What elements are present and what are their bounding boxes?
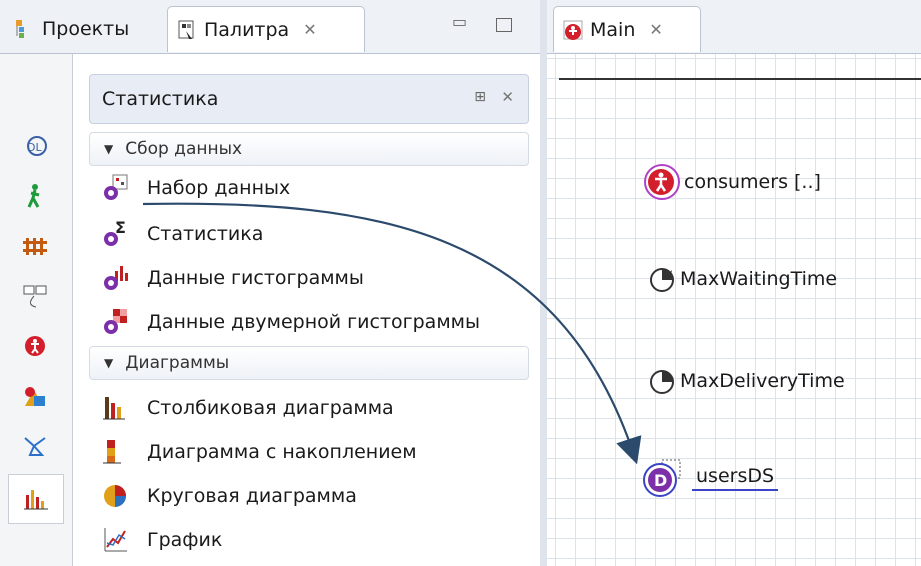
statistics-category-icon <box>24 490 48 510</box>
rail-icon <box>23 238 47 255</box>
dataset-icon <box>101 173 135 203</box>
palette-item-label: Набор данных <box>147 177 291 199</box>
canvas-item-label: consumers [..] <box>684 171 821 193</box>
palette-category-system-dynamics[interactable]: DL <box>8 126 62 166</box>
parameter-icon <box>650 268 674 292</box>
canvas-item-label: usersDS <box>692 465 779 491</box>
palette-category-process[interactable] <box>8 276 62 316</box>
pie-chart-icon <box>101 481 135 511</box>
dataset-icon: D <box>643 459 681 497</box>
plot-icon <box>101 525 135 555</box>
tab-main[interactable]: Main ✕ <box>553 6 701 52</box>
palette-item-bar-chart[interactable]: Столбиковая диаграмма <box>101 388 394 428</box>
histogram-2d-data-icon <box>101 307 135 337</box>
palette-item-label: Круговая диаграмма <box>147 485 357 507</box>
svg-text:DL: DL <box>27 141 42 154</box>
palette-panel: Статистика ⊞ ✕ ▼ Сбор данных Набор данны… <box>73 54 540 566</box>
histogram-data-icon <box>101 263 135 293</box>
canvas-item-users-ds[interactable]: D usersDS <box>640 456 779 500</box>
palette-item-stack-chart[interactable]: Диаграмма с накоплением <box>101 432 417 472</box>
palette-item-statistics[interactable]: Σ Статистика <box>101 214 263 254</box>
canvas-item-max-waiting-time[interactable]: MaxWaitingTime <box>646 262 837 296</box>
tab-palette[interactable]: Палитра ✕ <box>167 6 365 52</box>
panel-splitter[interactable] <box>540 0 547 566</box>
group-label: Диаграммы <box>125 353 230 373</box>
palette-category-space[interactable] <box>8 426 62 466</box>
canvas-item-consumers[interactable]: consumers [..] <box>640 162 821 202</box>
palette-category-agent[interactable] <box>8 326 62 366</box>
stack-chart-icon <box>101 437 135 467</box>
palette-icon <box>176 19 198 41</box>
frame-border-line <box>559 78 921 80</box>
palette-category-rail[interactable] <box>8 226 62 266</box>
palette-item-label: Статистика <box>147 223 264 245</box>
maximize-icon[interactable] <box>496 18 512 32</box>
canvas-item-label: MaxDeliveryTime <box>680 370 845 392</box>
canvas-item-max-delivery-time[interactable]: MaxDeliveryTime <box>646 364 845 398</box>
palette-header-label: Статистика <box>102 88 219 110</box>
agent-icon <box>25 336 45 356</box>
space-markup-icon <box>24 437 46 456</box>
palette-section-header[interactable]: Статистика ⊞ ✕ <box>89 74 529 124</box>
pedestrian-icon <box>27 184 40 208</box>
group-charts[interactable]: ▼ Диаграммы <box>89 346 529 380</box>
parameter-icon <box>650 370 674 394</box>
palette-item-label: График <box>147 529 223 551</box>
palette-category-bar: DL <box>0 54 73 566</box>
svg-text:Σ: Σ <box>115 219 126 237</box>
close-icon[interactable]: ✕ <box>501 88 514 106</box>
palette-item-label: Данные гистограммы <box>147 267 364 289</box>
palette-category-statistics[interactable] <box>8 474 64 524</box>
system-dynamics-icon: DL <box>27 136 47 156</box>
tab-projects[interactable]: Проекты <box>6 6 166 52</box>
expand-triangle-icon: ▼ <box>104 142 114 156</box>
palette-item-plot[interactable]: График <box>101 520 222 560</box>
agent-type-icon <box>562 19 584 41</box>
palette-item-dataset[interactable]: Набор данных <box>101 168 290 208</box>
bar-chart-icon <box>101 393 135 423</box>
palette-category-presentation[interactable] <box>8 376 62 416</box>
minimize-icon[interactable]: ▭ <box>452 12 467 31</box>
tab-projects-label: Проекты <box>42 18 130 40</box>
left-panel-tabbar: Проекты Палитра ✕ ▭ <box>0 0 540 54</box>
group-data-collection[interactable]: ▼ Сбор данных <box>89 132 529 166</box>
group-label: Сбор данных <box>125 139 243 159</box>
palette-category-empty[interactable] <box>8 78 62 118</box>
agent-population-icon <box>644 164 680 200</box>
palette-item-histogram-data[interactable]: Данные гистограммы <box>101 258 364 298</box>
close-icon[interactable]: ✕ <box>649 20 662 39</box>
projects-icon <box>14 18 36 40</box>
palette-item-label: Диаграмма с накоплением <box>147 441 417 463</box>
tab-main-label: Main <box>590 18 636 41</box>
palette-category-pedestrian[interactable] <box>8 176 62 216</box>
palette-item-histogram-2d-data[interactable]: Данные двумерной гистограммы <box>101 302 480 342</box>
canvas-item-label: MaxWaitingTime <box>680 268 838 290</box>
palette-item-label: Столбиковая диаграмма <box>147 397 394 419</box>
tab-palette-label: Палитра <box>204 18 290 41</box>
palette-item-pie-chart[interactable]: Круговая диаграмма <box>101 476 357 516</box>
editor-tabbar: Main ✕ <box>547 0 921 54</box>
close-icon[interactable]: ✕ <box>303 20 316 39</box>
grid-view-icon[interactable]: ⊞ <box>474 89 486 105</box>
palette-item-label: Данные двумерной гистограммы <box>147 311 480 333</box>
svg-text:D: D <box>654 471 667 490</box>
presentation-icon <box>25 387 45 406</box>
process-icon <box>23 285 47 308</box>
expand-triangle-icon: ▼ <box>104 356 114 370</box>
statistics-icon: Σ <box>101 218 135 249</box>
